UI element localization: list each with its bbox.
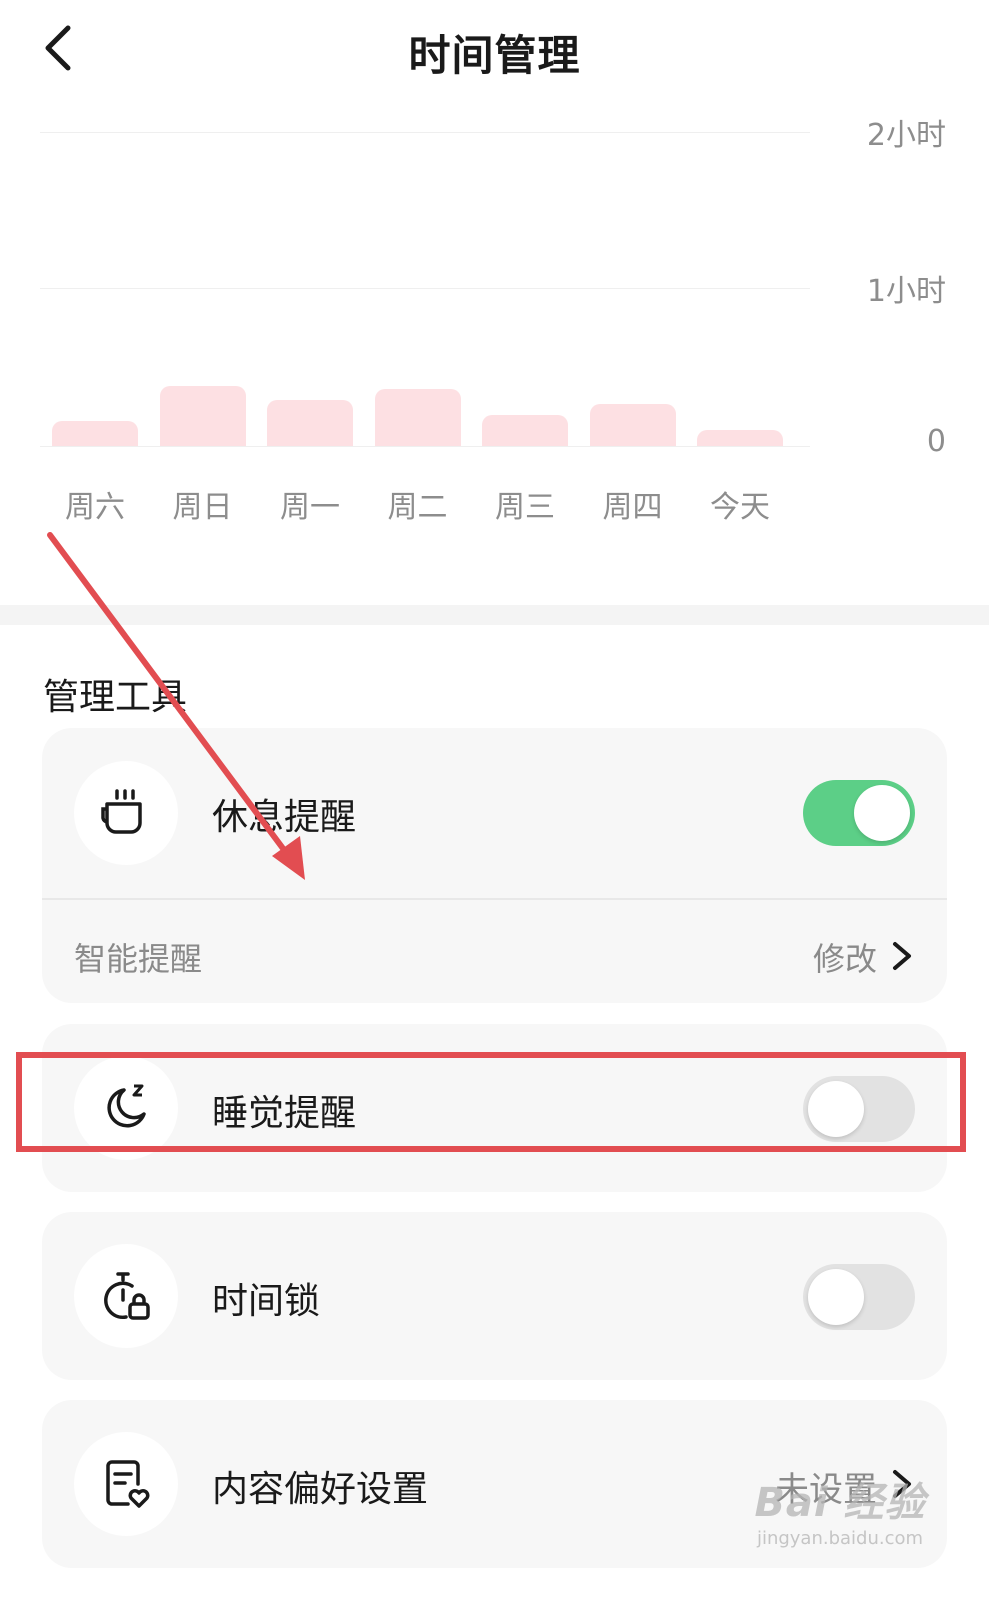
- watermark-logo: Bai 经验 jingyan.baidu.com: [740, 1470, 940, 1549]
- smart-reminder-label: 智能提醒: [74, 940, 203, 978]
- chart-bar: [482, 414, 568, 446]
- chart-bar: [589, 403, 676, 446]
- chart-bar: [159, 386, 246, 446]
- toggle-knob: [808, 1081, 864, 1137]
- grid-line-top: [40, 132, 810, 133]
- y-tick-label-2h: 2小时: [866, 118, 946, 153]
- section-divider: [0, 605, 989, 625]
- x-tick-label: 周日: [172, 490, 233, 525]
- time-lock-toggle[interactable]: [803, 1264, 915, 1330]
- chevron-right-icon: [893, 942, 911, 970]
- content-preference-label: 内容偏好设置: [212, 1469, 429, 1510]
- x-tick-label: 今天: [710, 490, 770, 525]
- time-lock-label: 时间锁: [212, 1281, 321, 1322]
- sleep-reminder-label: 睡觉提醒: [212, 1093, 357, 1134]
- coffee-cup-icon: [101, 789, 142, 834]
- time-lock-row: 时间锁: [42, 1212, 947, 1380]
- timer-lock-icon: [104, 1272, 150, 1320]
- modify-link[interactable]: 修改: [813, 934, 877, 980]
- x-tick-label: 周三: [495, 490, 555, 525]
- watermark-sub-text: jingyan.baidu.com: [756, 1528, 924, 1549]
- time-lock-icon-circle: [74, 1244, 178, 1348]
- chart-bar: [374, 389, 461, 446]
- rest-reminder-icon-circle: [74, 761, 178, 865]
- y-tick-label-1h: 1小时: [866, 274, 946, 309]
- grid-line-base: [40, 446, 810, 447]
- y-tick-label-0: 0: [926, 424, 946, 459]
- chart-bar: [697, 430, 783, 446]
- usage-bar-chart: 2小时 1小时 0 周六 周日 周一 周二 周三 周四 今天: [0, 100, 989, 560]
- rest-reminder-row: 休息提醒: [42, 728, 947, 898]
- sleep-reminder-icon-circle: [74, 1056, 178, 1160]
- watermark-main-text: Bai 经验: [754, 1480, 926, 1526]
- x-tick-label: 周六: [65, 490, 125, 525]
- grid-line-mid: [40, 288, 810, 289]
- page-title: 时间管理: [408, 31, 581, 80]
- time-lock-card: 时间锁: [42, 1212, 947, 1380]
- content-preference-icon-circle: [74, 1432, 178, 1536]
- x-tick-label: 周四: [602, 490, 663, 525]
- x-tick-label: 周一: [280, 490, 340, 525]
- chart-bar: [267, 400, 353, 446]
- rest-reminder-toggle[interactable]: [803, 780, 915, 846]
- smart-reminder-row[interactable]: 智能提醒 修改: [42, 898, 947, 1010]
- toggle-knob: [854, 785, 910, 841]
- sleep-reminder-toggle[interactable]: [803, 1076, 915, 1142]
- rest-reminder-label: 休息提醒: [212, 797, 357, 838]
- x-tick-label: 周二: [387, 490, 448, 525]
- moon-sleep-icon: [107, 1084, 146, 1128]
- toggle-knob: [808, 1269, 864, 1325]
- sleep-reminder-card: 睡觉提醒: [42, 1024, 947, 1192]
- sleep-reminder-row: 睡觉提醒: [42, 1024, 947, 1192]
- chart-bar: [52, 420, 138, 446]
- rest-reminder-card: 休息提醒 智能提醒 修改: [42, 728, 947, 1003]
- section-title: 管理工具: [43, 677, 188, 718]
- document-heart-icon: [106, 1460, 150, 1508]
